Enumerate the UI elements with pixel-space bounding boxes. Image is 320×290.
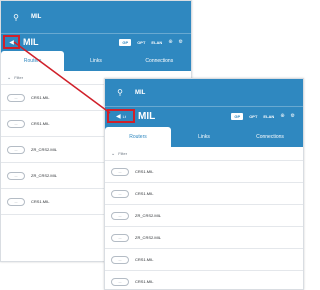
router-pill: — bbox=[111, 167, 129, 176]
back-gp-badge[interactable]: GP bbox=[119, 38, 132, 46]
router-pill: — bbox=[7, 145, 25, 154]
list-item-label: ZR_CRS2.MIL bbox=[135, 213, 162, 218]
list-item-label: ZR_CRS2.MIL bbox=[31, 147, 58, 152]
front-tab-connections[interactable]: Connections bbox=[237, 127, 303, 147]
back-opt-button[interactable]: OPT bbox=[137, 40, 145, 45]
list-item[interactable]: — CRS1.MIL bbox=[105, 161, 303, 183]
router-pill: — bbox=[111, 189, 129, 198]
back-arrow-icon: ◀ bbox=[9, 39, 14, 46]
list-item-label: CRS1.MIL bbox=[135, 257, 154, 262]
list-item[interactable]: — ZR_CRS2.MIL bbox=[105, 227, 303, 249]
back-button-label: Lt bbox=[122, 113, 126, 119]
router-pill: — bbox=[7, 197, 25, 206]
front-title-row: ◀ Lt MIL GP OPT ELAN ⊕ ⚙ bbox=[105, 107, 303, 125]
search-icon[interactable]: ⚲ bbox=[1, 13, 27, 22]
router-pill: — bbox=[111, 211, 129, 220]
chevron-down-icon[interactable]: ⌄ bbox=[111, 151, 115, 157]
front-filter-label: Filter bbox=[118, 151, 128, 156]
list-item-label: CRS1.MIL bbox=[31, 199, 50, 204]
back-page-title: MIL bbox=[23, 37, 39, 47]
back-filter-label: Filter bbox=[14, 75, 24, 80]
list-item[interactable]: — CRS1.MIL bbox=[105, 249, 303, 271]
list-item-label: CRS1.MIL bbox=[135, 191, 154, 196]
front-panel-header: ⚲ MIL ◀ Lt MIL GP OPT ELAN ⊕ ⚙ Routers L… bbox=[105, 79, 303, 147]
back-button[interactable]: ◀ Lt bbox=[107, 109, 135, 123]
front-elan-button[interactable]: ELAN bbox=[263, 114, 274, 119]
list-item-label: CRS1.MIL bbox=[31, 95, 50, 100]
front-search-input[interactable]: MIL bbox=[135, 90, 145, 96]
list-item-label: CRS1.MIL bbox=[135, 279, 154, 284]
back-arrow-icon: ◀ bbox=[116, 113, 121, 120]
front-search-bar[interactable]: ⚲ MIL bbox=[105, 79, 303, 107]
router-pill: — bbox=[111, 233, 129, 242]
router-pill: — bbox=[111, 255, 129, 264]
back-panel-header: ⚲ MIL ◀ MIL GP OPT ELAN ⊕ ⚙ Routers Link… bbox=[1, 1, 191, 71]
add-icon[interactable]: ⊕ bbox=[280, 113, 284, 119]
list-item-label: CRS1.MIL bbox=[31, 121, 50, 126]
front-tab-links[interactable]: Links bbox=[171, 127, 237, 147]
back-search-bar[interactable]: ⚲ MIL bbox=[1, 1, 191, 34]
back-search-input[interactable]: MIL bbox=[31, 14, 41, 20]
front-gp-badge[interactable]: GP bbox=[231, 112, 244, 120]
router-pill: — bbox=[7, 171, 25, 180]
back-actions: GP OPT ELAN ⊕ ⚙ bbox=[119, 38, 191, 46]
back-tab-routers[interactable]: Routers bbox=[1, 51, 65, 71]
settings-icon[interactable]: ⚙ bbox=[179, 39, 183, 45]
front-filter-row[interactable]: ⌄ Filter bbox=[105, 147, 303, 161]
list-item-label: ZR_CRS2.MIL bbox=[31, 173, 58, 178]
router-pill: — bbox=[7, 119, 25, 128]
back-title-row: ◀ MIL GP OPT ELAN ⊕ ⚙ bbox=[1, 34, 191, 50]
list-item-label: ZR_CRS2.MIL bbox=[135, 235, 162, 240]
list-item-label: CRS1.MIL bbox=[135, 169, 154, 174]
router-pill: — bbox=[7, 93, 25, 102]
list-item[interactable]: — CRS1.MIL bbox=[105, 183, 303, 205]
back-tab-links[interactable]: Links bbox=[64, 51, 127, 71]
back-tabs: Routers Links Connections bbox=[1, 51, 191, 71]
settings-icon[interactable]: ⚙ bbox=[291, 113, 295, 119]
back-button[interactable]: ◀ bbox=[3, 35, 20, 49]
list-item[interactable]: — CRS1.MIL bbox=[105, 271, 303, 289]
front-panel: ⚲ MIL ◀ Lt MIL GP OPT ELAN ⊕ ⚙ Routers L… bbox=[104, 78, 304, 290]
front-tabs: Routers Links Connections bbox=[105, 127, 303, 147]
front-tab-routers[interactable]: Routers bbox=[105, 127, 171, 147]
front-page-title: MIL bbox=[138, 110, 156, 122]
back-tab-connections[interactable]: Connections bbox=[128, 51, 191, 71]
list-item[interactable]: — ZR_CRS2.MIL bbox=[105, 205, 303, 227]
router-pill: — bbox=[111, 277, 129, 286]
front-opt-button[interactable]: OPT bbox=[249, 114, 257, 119]
front-actions: GP OPT ELAN ⊕ ⚙ bbox=[231, 112, 303, 120]
search-icon[interactable]: ⚲ bbox=[105, 88, 131, 97]
back-elan-button[interactable]: ELAN bbox=[151, 40, 162, 45]
add-icon[interactable]: ⊕ bbox=[168, 39, 172, 45]
chevron-down-icon[interactable]: ⌄ bbox=[7, 75, 11, 81]
